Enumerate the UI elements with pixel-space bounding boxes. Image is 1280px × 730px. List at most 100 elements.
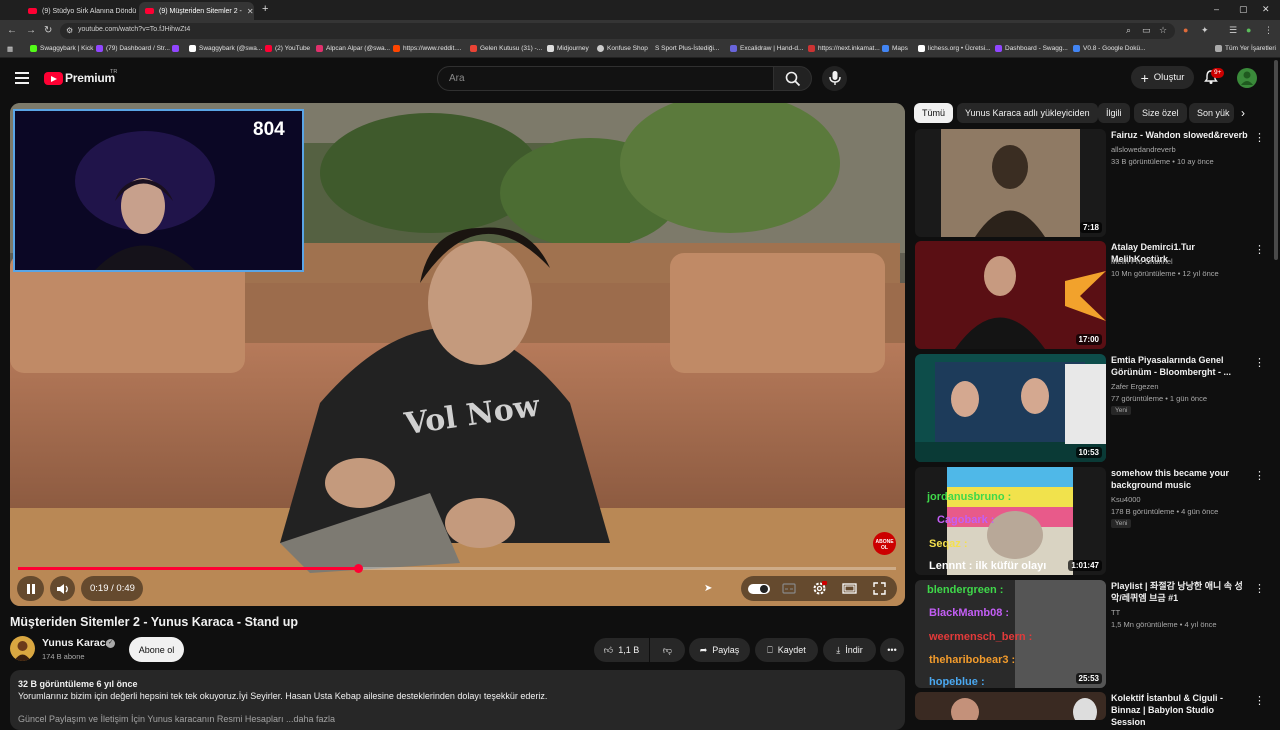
video-thumbnail[interactable]: 17:00 xyxy=(915,241,1106,349)
fullscreen-icon[interactable] xyxy=(867,577,891,600)
volume-icon[interactable] xyxy=(50,576,75,601)
more-vertical-icon[interactable]: ⋮ xyxy=(1254,469,1265,482)
more-actions-button[interactable]: ••• xyxy=(880,638,904,662)
bookmark-item[interactable]: Excalidraw | Hand-d... xyxy=(730,45,803,52)
scrollbar[interactable] xyxy=(1274,60,1278,260)
subscribe-watermark[interactable]: ABONE OL xyxy=(873,532,896,555)
url-text[interactable]: youtube.com/watch?v=To.fJHihwZt4 xyxy=(78,26,190,33)
miniplayer-icon[interactable] xyxy=(837,577,861,600)
all-bookmarks[interactable]: Tüm Yer İşaretleri xyxy=(1215,45,1276,52)
create-button[interactable]: + Oluştur xyxy=(1131,66,1194,89)
chrome-menu-icon[interactable]: ⋮ xyxy=(1264,25,1273,36)
bookmark-item[interactable]: Dashboard - Swagg... xyxy=(995,45,1068,52)
logo-text[interactable]: Premium xyxy=(65,71,115,85)
bookmark-star-icon[interactable]: ☆ xyxy=(1159,25,1167,36)
reload-icon[interactable]: ↻ xyxy=(44,25,52,36)
create-label: Oluştur xyxy=(1153,72,1185,83)
video-thumbnail[interactable]: blendergreen : BlackMamb08 : weermensch_… xyxy=(915,580,1106,688)
video-thumbnail[interactable] xyxy=(915,692,1106,720)
cast-icon[interactable]: ▭ xyxy=(1142,25,1151,36)
browser-tab-active[interactable]: (9) Müşteriden Sitemler 2 - ✕ xyxy=(139,2,254,20)
download-button[interactable]: ⤓ İndir xyxy=(823,638,876,662)
bookmark-item[interactable]: Maps xyxy=(882,45,908,52)
search-button[interactable] xyxy=(773,66,812,91)
bookmark-item[interactable]: V0.8 - Google Dokü... xyxy=(1073,45,1146,52)
search-input[interactable] xyxy=(437,66,774,91)
bookmark-item[interactable] xyxy=(172,45,179,52)
subscribe-button[interactable]: Abone ol xyxy=(129,637,184,662)
dislike-button[interactable]: 👎︎ xyxy=(650,638,685,662)
browser-tab[interactable]: (9) Stüdyo Sirk Alanına Döndü 🎤 ✕ xyxy=(22,2,137,20)
verified-check-icon: ✓ xyxy=(106,639,115,648)
video-thumbnail[interactable]: jordanusbruno : Cagobark : Seqaz : Lennn… xyxy=(915,467,1106,575)
recommendation-item[interactable]: 10:53 Emtia Piyasalarında Genel Görünüm … xyxy=(915,354,1275,464)
chip-all[interactable]: Tümü xyxy=(914,103,954,123)
close-tab-icon[interactable]: ✕ xyxy=(247,7,254,16)
voice-search-button[interactable] xyxy=(822,66,847,91)
recommendation-channel: Zafer Ergezen xyxy=(1111,382,1159,391)
recommendation-item[interactable]: 17:00 Atalay Demirci1.Tur MelihKoçtürk M… xyxy=(915,241,1275,351)
video-thumbnail[interactable]: 10:53 xyxy=(915,354,1106,462)
omnibox[interactable] xyxy=(60,23,1175,39)
bookmark-item[interactable]: https://next.inkamat... xyxy=(808,45,880,52)
apps-icon[interactable]: ▦ xyxy=(7,45,13,53)
site-info-icon[interactable]: ⚙ xyxy=(66,26,73,35)
pause-icon[interactable] xyxy=(17,576,44,601)
recommendation-title: Fairuz - Wahdon slowed&reverb xyxy=(1111,130,1248,140)
bookmark-item[interactable]: Midjourney xyxy=(547,45,589,52)
bookmark-item[interactable]: Alpcan Alpar (@swa... xyxy=(316,45,390,52)
channel-name[interactable]: Yunus Karaca xyxy=(42,637,111,649)
youtube-logo-icon[interactable] xyxy=(44,72,63,85)
recommendation-item[interactable]: Kolektif İstanbul & Ciguli - Binnaz | Ba… xyxy=(915,692,1275,727)
chip-uploader[interactable]: Yunus Karaca adlı yükleyiciden xyxy=(957,103,1098,123)
bookmark-item[interactable]: Gelen Kutusu (31) -... xyxy=(470,45,542,52)
subtitles-icon[interactable] xyxy=(777,577,801,600)
mouse-cursor-icon: ➤ xyxy=(704,583,713,594)
recommendation-item[interactable]: blendergreen : BlackMamb08 : weermensch_… xyxy=(915,580,1275,690)
x-icon xyxy=(189,45,196,52)
bookmark-item[interactable]: S Sport Plus-İstediği... xyxy=(655,45,719,52)
zoom-icon[interactable]: ⌕ xyxy=(1126,25,1131,36)
more-vertical-icon[interactable]: ⋮ xyxy=(1254,356,1265,369)
extensions-puzzle-icon[interactable]: ✦ xyxy=(1201,25,1209,36)
duration: 1:01:47 xyxy=(1068,560,1102,571)
menu-icon[interactable] xyxy=(15,72,29,84)
recommendation-item[interactable]: jordanusbruno : Cagobark : Seqaz : Lennn… xyxy=(915,467,1275,577)
duration: 17:00 xyxy=(1075,334,1102,345)
channel-avatar[interactable] xyxy=(10,636,35,661)
reading-list-icon[interactable]: ☰ xyxy=(1229,25,1237,36)
more-vertical-icon[interactable]: ⋮ xyxy=(1254,582,1265,595)
bookmark-item[interactable]: Swaggybark (@swa... xyxy=(189,45,262,52)
minimize-icon[interactable]: – xyxy=(1214,4,1219,14)
chip-recent[interactable]: Son yük xyxy=(1189,103,1234,123)
chat-line: blendergreen : xyxy=(927,584,1004,596)
more-vertical-icon[interactable]: ⋮ xyxy=(1254,694,1265,707)
bookmark-item[interactable]: (79) Dashboard / Str... xyxy=(96,45,170,52)
bookmark-item[interactable]: Swaggybark | Kick xyxy=(30,45,93,52)
extension-icon[interactable]: ● xyxy=(1183,25,1188,35)
description-more[interactable]: Güncel Paylaşım ve İletişim İçin Yunus k… xyxy=(18,714,335,724)
recommendation-item[interactable]: 7:18 Fairuz - Wahdon slowed&reverb allsl… xyxy=(915,129,1275,239)
new-tab-icon[interactable]: + xyxy=(262,3,268,15)
autoplay-toggle[interactable] xyxy=(746,577,772,600)
like-button[interactable]: 👍︎ 1,1 B xyxy=(594,638,649,662)
bookmark-item[interactable]: (2) YouTube xyxy=(265,45,310,52)
more-vertical-icon[interactable]: ⋮ xyxy=(1254,131,1265,144)
back-icon[interactable]: ← xyxy=(7,25,17,36)
forward-icon[interactable]: → xyxy=(26,25,36,36)
more-vertical-icon[interactable]: ⋮ xyxy=(1254,243,1265,256)
chevron-right-icon[interactable]: › xyxy=(1241,106,1245,120)
profile-icon[interactable]: ● xyxy=(1246,25,1251,35)
share-button[interactable]: ➦ Paylaş xyxy=(689,638,750,662)
bookmark-item[interactable]: Konfuse Shop xyxy=(597,45,648,52)
account-avatar[interactable] xyxy=(1237,68,1257,88)
settings-gear-icon[interactable] xyxy=(807,577,831,600)
save-button[interactable]: ⎕ Kaydet xyxy=(755,638,818,662)
window-close-icon[interactable]: ✕ xyxy=(1262,4,1270,15)
bookmark-item[interactable]: https://www.reddit.... xyxy=(393,45,462,52)
bookmark-item[interactable]: lichess.org • Ücretsi... xyxy=(918,45,991,52)
maximize-icon[interactable]: ▢ xyxy=(1239,4,1248,15)
chip-related[interactable]: İlgili xyxy=(1098,103,1130,123)
chip-for-you[interactable]: Size özel xyxy=(1134,103,1187,123)
video-thumbnail[interactable]: 7:18 xyxy=(915,129,1106,237)
